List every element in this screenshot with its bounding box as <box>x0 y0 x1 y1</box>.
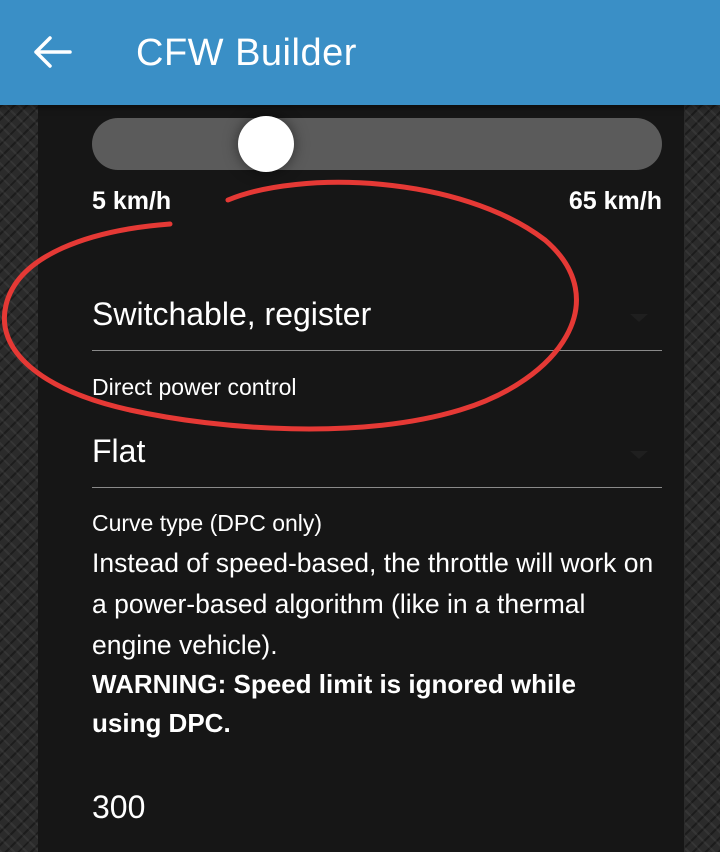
slider-min-label: 5 km/h <box>92 187 172 215</box>
number-input-value: 300 <box>92 789 146 825</box>
settings-panel: 5 km/h 65 km/h Switchable, register Dire… <box>38 105 684 852</box>
speed-slider-track[interactable] <box>92 116 662 172</box>
arrow-left-icon[interactable] <box>30 34 74 70</box>
curve-description: Instead of speed-based, the throttle wil… <box>92 548 654 660</box>
curve-dropdown[interactable]: Flat <box>92 417 662 488</box>
dpc-warning: WARNING: Speed limit is ignored while us… <box>92 669 576 738</box>
caret-down-icon <box>630 314 648 322</box>
mode-dropdown-value: Switchable, register <box>92 296 372 332</box>
app-bar: CFW Builder <box>0 0 720 105</box>
dpc-label: Direct power control <box>92 374 297 400</box>
curve-type-label: Curve type (DPC only) <box>92 510 323 536</box>
curve-dropdown-value: Flat <box>92 433 146 469</box>
caret-down-icon <box>630 451 648 459</box>
speed-slider-thumb[interactable] <box>237 116 294 172</box>
slider-max-label: 65 km/h <box>568 187 662 215</box>
app-title: CFW Builder <box>136 32 357 74</box>
mode-dropdown[interactable]: Switchable, register <box>92 280 662 351</box>
number-input[interactable]: 300 <box>92 781 662 841</box>
